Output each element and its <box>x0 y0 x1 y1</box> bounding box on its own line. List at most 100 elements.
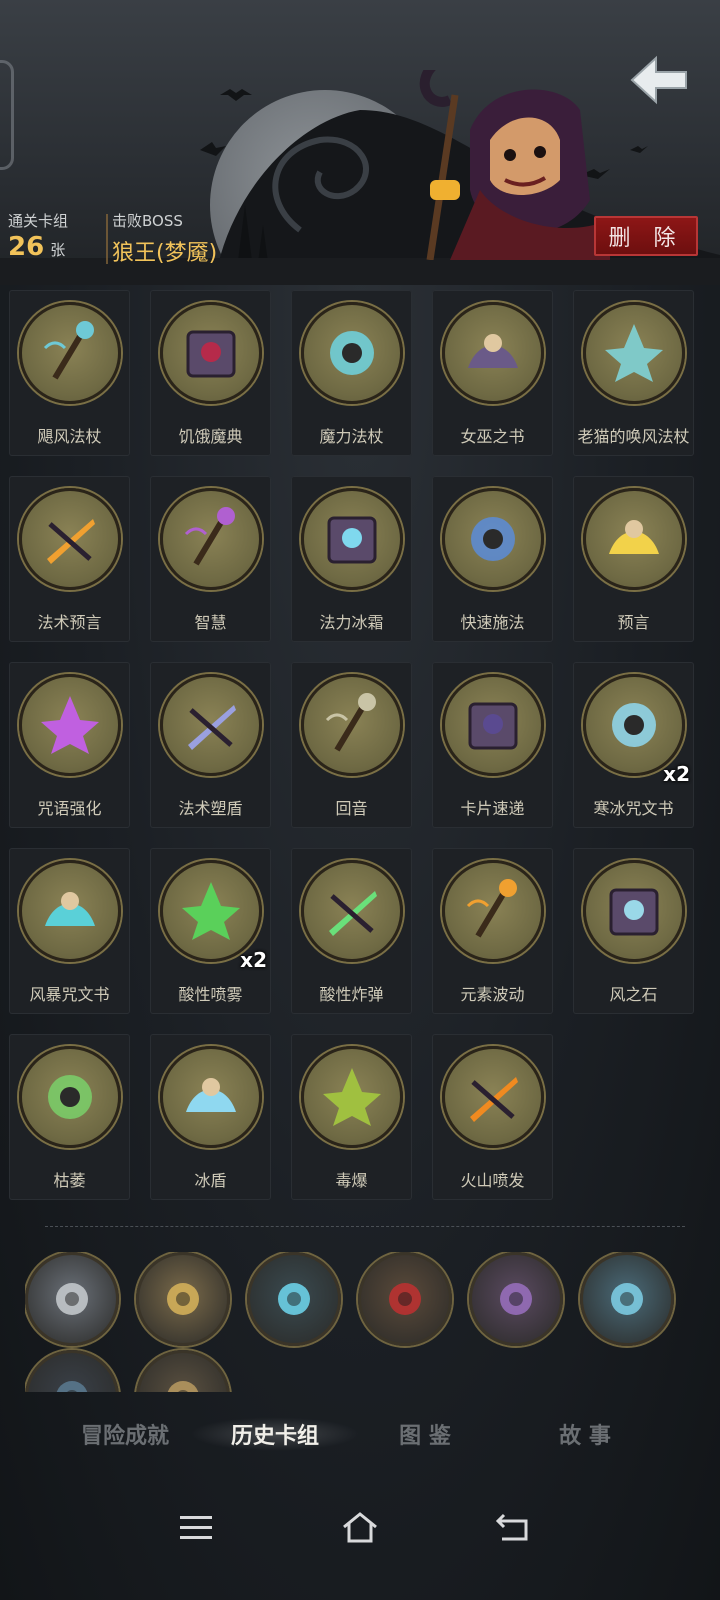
deck-card[interactable]: 枯萎 <box>9 1034 130 1200</box>
deck-card[interactable]: 酸性炸弹 <box>291 848 412 1014</box>
wisdom-icon <box>160 488 262 590</box>
deck-card[interactable]: 回音 <box>291 662 412 828</box>
card-name: 毒爆 <box>335 1171 368 1190</box>
delete-button[interactable]: 删 除 <box>594 216 698 256</box>
card-name: 法术预言 <box>37 613 102 632</box>
ice-shield-icon <box>160 1046 262 1148</box>
deck-card[interactable]: 快速施法 <box>432 476 553 642</box>
hourglass-relic-icon[interactable] <box>136 1252 230 1346</box>
tab-history-deck[interactable]: 历史卡组 <box>190 1405 360 1463</box>
system-back-button[interactable] <box>490 1507 538 1547</box>
witch-book-icon <box>442 302 544 404</box>
bottom-tab-bar: 冒险成就 历史卡组图 鉴故 事 <box>0 1405 720 1465</box>
witch-character-art <box>419 70 610 260</box>
card-name: 快速施法 <box>460 613 525 632</box>
card-name: 飓风法杖 <box>37 427 102 446</box>
campfire-relic-icon[interactable] <box>247 1252 341 1346</box>
wind-staff-icon <box>19 302 121 404</box>
deck-card[interactable]: 飓风法杖 <box>9 290 130 456</box>
deck-card[interactable]: 寒冰咒文书 x2 <box>573 662 694 828</box>
card-count-badge: x2 <box>663 762 690 786</box>
mana-staff-icon <box>301 302 403 404</box>
tab-codex[interactable]: 图 鉴 <box>370 1405 480 1463</box>
boss-label: 击败BOSS <box>112 212 183 230</box>
deck-card[interactable]: 预言 <box>573 476 694 642</box>
card-grid: 飓风法杖 饥饿魔典 魔力法杖 女巫之书 老猫的唤风法杖法术预言 智慧 法力冰霜 快速施法 预言咒… <box>9 290 709 1200</box>
deck-card[interactable]: 风之石 <box>573 848 694 1014</box>
back-button[interactable] <box>626 52 690 108</box>
run-stats: 通关卡组 26 张 击败BOSS 狼王(梦魇) <box>8 210 217 270</box>
card-name: 枯萎 <box>53 1171 86 1190</box>
card-name: 冰盾 <box>194 1171 227 1190</box>
tab-story[interactable]: 故 事 <box>530 1405 640 1463</box>
home-button[interactable] <box>336 1507 384 1547</box>
serpent-relic-icon[interactable] <box>25 1350 119 1392</box>
spell-shield-icon <box>160 674 262 776</box>
home-icon <box>343 1512 377 1543</box>
prophecy-icon <box>583 488 685 590</box>
menu-button[interactable] <box>172 1507 220 1547</box>
mirror-relic-icon[interactable] <box>25 1252 119 1346</box>
card-name: 智慧 <box>194 613 227 632</box>
volcano-icon <box>442 1046 544 1148</box>
poison-burst-icon <box>301 1046 403 1148</box>
storm-spellbook-icon <box>19 860 121 962</box>
system-nav-bar <box>0 1495 720 1565</box>
spell-boost-icon <box>19 674 121 776</box>
card-name: 回音 <box>335 799 368 818</box>
frost-spellbook-icon <box>583 674 685 776</box>
cleared-deck-label: 通关卡组 <box>8 212 69 230</box>
system-back-icon <box>495 1513 528 1541</box>
side-panel-edge <box>0 60 14 170</box>
card-name: 卡片速递 <box>460 799 525 818</box>
card-delivery-icon <box>442 674 544 776</box>
brute-relic-icon[interactable] <box>358 1252 452 1346</box>
acid-spray-icon <box>160 860 262 962</box>
card-name: 预言 <box>617 613 650 632</box>
back-arrow-icon <box>630 55 687 105</box>
card-count-badge: x2 <box>240 948 267 972</box>
ice-crystal-relic-icon[interactable] <box>580 1252 674 1346</box>
deck-card[interactable]: 卡片速递 <box>432 662 553 828</box>
deck-card[interactable]: 酸性喷雾 x2 <box>150 848 271 1014</box>
deck-card[interactable]: 冰盾 <box>150 1034 271 1200</box>
deck-card[interactable]: 咒语强化 <box>9 662 130 828</box>
section-divider <box>45 1226 685 1227</box>
card-count: 26 张 <box>8 232 65 262</box>
deck-card[interactable]: 法术塑盾 <box>150 662 271 828</box>
deck-card[interactable]: 女巫之书 <box>432 290 553 456</box>
deck-card[interactable]: 魔力法杖 <box>291 290 412 456</box>
elemental-wave-icon <box>442 860 544 962</box>
boss-info: 击败BOSS 狼王(梦魇) <box>112 210 217 267</box>
wind-stone-icon <box>583 860 685 962</box>
deck-card[interactable]: 火山喷发 <box>432 1034 553 1200</box>
deck-card[interactable]: 元素波动 <box>432 848 553 1014</box>
header-banner: 通关卡组 26 张 击败BOSS 狼王(梦魇) 删 除 <box>0 0 720 285</box>
hooded-figure-relic-icon[interactable] <box>136 1350 230 1392</box>
menu-icon <box>180 1516 212 1539</box>
wither-icon <box>19 1046 121 1148</box>
deck-card[interactable]: 毒爆 <box>291 1034 412 1200</box>
deck-card[interactable]: 饥饿魔典 <box>150 290 271 456</box>
spell-prophecy-icon <box>19 488 121 590</box>
card-name: 老猫的唤风法杖 <box>577 427 690 446</box>
quick-cast-icon <box>442 488 544 590</box>
relic-row <box>25 1252 705 1392</box>
card-name: 法术塑盾 <box>178 799 243 818</box>
tab-achievements[interactable]: 冒险成就 <box>60 1405 190 1463</box>
card-name: 女巫之书 <box>460 427 525 446</box>
old-cat-wind-staff-icon <box>583 302 685 404</box>
mana-frost-icon <box>301 488 403 590</box>
deck-card[interactable]: 老猫的唤风法杖 <box>573 290 694 456</box>
deck-card[interactable]: 风暴咒文书 <box>9 848 130 1014</box>
card-name: 寒冰咒文书 <box>593 799 674 818</box>
card-name: 魔力法杖 <box>319 427 384 446</box>
goblin-relic-icon[interactable] <box>469 1252 563 1346</box>
deck-card[interactable]: 法术预言 <box>9 476 130 642</box>
boss-name: 狼王(梦魇) <box>112 241 218 266</box>
deck-card[interactable]: 智慧 <box>150 476 271 642</box>
card-count-value: 26 <box>8 232 45 262</box>
hungry-grimoire-icon <box>160 302 262 404</box>
deck-card[interactable]: 法力冰霜 <box>291 476 412 642</box>
card-name: 风之石 <box>609 985 658 1004</box>
